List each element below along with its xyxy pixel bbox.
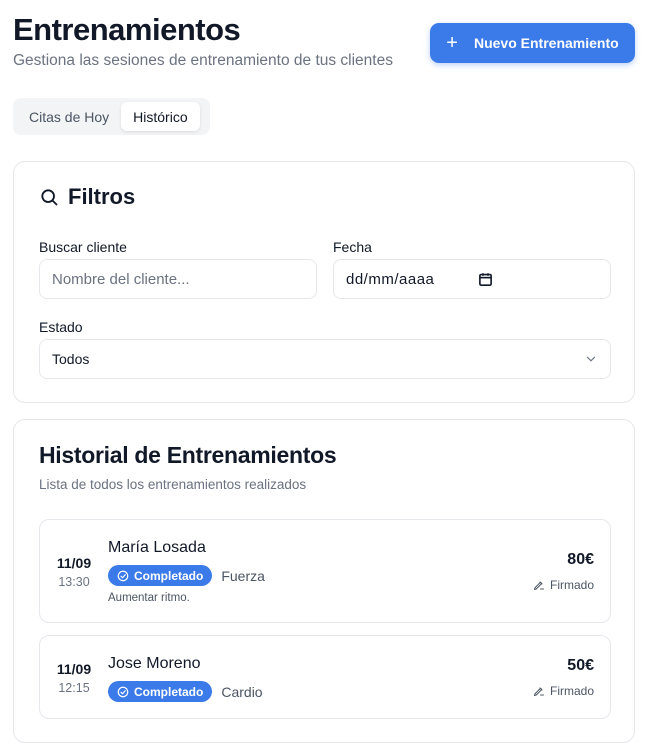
signature-label: Firmado (549, 578, 594, 592)
new-training-button[interactable]: + Nuevo Entrenamiento (430, 23, 635, 63)
signature-label: Firmado (549, 684, 594, 698)
session-price: 80€ (567, 551, 594, 568)
session-time: 12:15 (58, 681, 90, 695)
search-icon (41, 189, 58, 206)
status-select-value: Todos (52, 351, 90, 367)
session-meta: Completado Cardio (108, 681, 263, 702)
chevron-down-icon (586, 356, 596, 362)
history-subtitle: Lista de todos los entrenamientos realiz… (39, 477, 307, 492)
signature-status: Firmado (533, 578, 594, 592)
session-client-name: Jose Moreno (108, 655, 201, 672)
page-subtitle: Gestiona las sesiones de entrenamiento d… (13, 52, 393, 69)
signature-status: Firmado (533, 684, 594, 698)
status-badge-label: Completado (134, 568, 204, 583)
plus-icon: + (446, 32, 458, 54)
filters-title: Filtros (68, 184, 136, 209)
history-title: Historial de Entrenamientos (39, 442, 337, 468)
date-input-value: dd/mm/aaaa (346, 270, 435, 288)
status-badge-label: Completado (134, 684, 204, 699)
status-label: Estado (39, 319, 83, 335)
session-day: 11/09 (56, 555, 92, 571)
session-date: 11/09 13:30 (56, 555, 92, 589)
client-search-label: Buscar cliente (39, 239, 127, 255)
history-card: Historial de Entrenamientos Lista de tod… (13, 419, 635, 743)
session-day: 11/09 (56, 661, 92, 677)
session-note: Aumentar ritmo. (108, 592, 190, 604)
session-price: 50€ (567, 657, 594, 674)
client-search-placeholder: Nombre del cliente... (52, 270, 190, 288)
check-circle-icon (117, 686, 129, 697)
client-search-input[interactable]: Nombre del cliente... (39, 259, 317, 299)
date-input[interactable]: dd/mm/aaaa (333, 259, 611, 299)
page-title: Entrenamientos (13, 12, 241, 47)
calendar-icon[interactable] (478, 272, 493, 287)
new-training-button-label: Nuevo Entrenamiento (473, 35, 619, 51)
tab-today[interactable]: Citas de Hoy (17, 102, 121, 131)
session-type: Fuerza (221, 567, 265, 584)
status-badge: Completado (108, 681, 213, 702)
session-type: Cardio (221, 683, 263, 700)
check-circle-icon (117, 570, 129, 581)
status-select[interactable]: Todos (39, 339, 611, 379)
date-label: Fecha (333, 239, 372, 255)
session-meta: Completado Fuerza (108, 565, 265, 586)
signature-pen-icon (533, 687, 544, 696)
session-item[interactable]: 11/09 13:30 María Losada Completado Fuer… (39, 519, 611, 623)
filters-heading: Filtros (39, 184, 135, 210)
session-item[interactable]: 11/09 12:15 Jose Moreno Completado Cardi… (39, 635, 611, 719)
status-badge: Completado (108, 565, 213, 586)
tab-history[interactable]: Histórico (121, 102, 200, 131)
session-date: 11/09 12:15 (56, 661, 92, 695)
session-time: 13:30 (58, 575, 90, 589)
signature-pen-icon (533, 581, 544, 590)
session-client-name: María Losada (108, 539, 206, 556)
filters-card: Filtros Buscar cliente Nombre del client… (13, 161, 635, 403)
view-tabs: Citas de Hoy Histórico (13, 98, 210, 135)
